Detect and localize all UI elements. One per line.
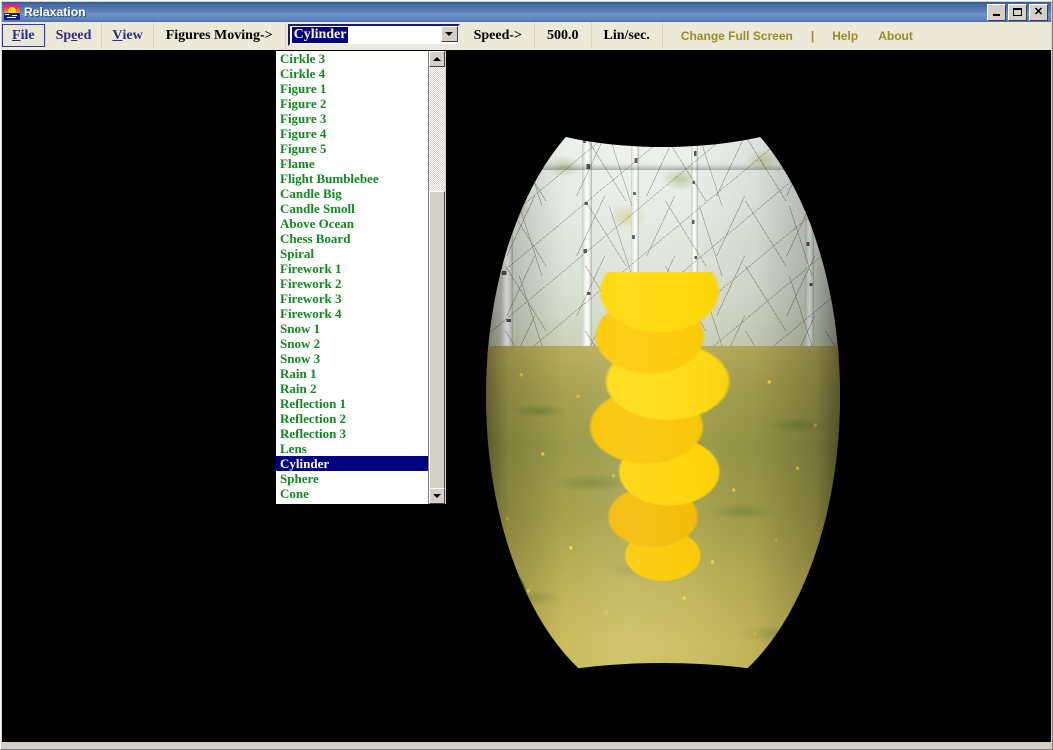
window-title: Relaxation bbox=[24, 5, 86, 19]
speed-unit-cell: Lin/sec. bbox=[592, 22, 663, 49]
dropdown-item[interactable]: Cone bbox=[276, 486, 428, 501]
dropdown-item[interactable]: Figure 2 bbox=[276, 96, 428, 111]
dropdown-item[interactable]: Figure 4 bbox=[276, 126, 428, 141]
dropdown-item[interactable]: Flame bbox=[276, 156, 428, 171]
dropdown-item[interactable]: Cylinder bbox=[276, 456, 428, 471]
dropdown-item[interactable]: Figure 3 bbox=[276, 111, 428, 126]
about-cell[interactable]: About bbox=[868, 22, 923, 49]
speed-label: Speed-> bbox=[473, 27, 523, 43]
dropdown-item[interactable]: Snow 1 bbox=[276, 321, 428, 336]
dropdown-item[interactable]: Reflection 2 bbox=[276, 411, 428, 426]
dropdown-item[interactable]: Figure 1 bbox=[276, 81, 428, 96]
cylinder-figure bbox=[484, 85, 842, 707]
change-full-screen-link[interactable]: Change Full Screen bbox=[671, 29, 803, 43]
dropdown-item[interactable]: Snow 2 bbox=[276, 336, 428, 351]
dropdown-item[interactable]: Rain 2 bbox=[276, 381, 428, 396]
dropdown-item[interactable]: Cirkle 3 bbox=[276, 51, 428, 66]
scrollbar-track[interactable] bbox=[429, 67, 445, 504]
toolbar-separator: | bbox=[810, 28, 815, 43]
toolbar-filler bbox=[922, 22, 1051, 50]
help-cell[interactable]: Help bbox=[822, 22, 868, 49]
full-screen-cell[interactable]: Change Full Screen bbox=[663, 22, 803, 49]
dropdown-item[interactable]: Candle Smoll bbox=[276, 201, 428, 216]
dropdown-item[interactable]: Firework 2 bbox=[276, 276, 428, 291]
dropdown-item[interactable]: Reflection 1 bbox=[276, 396, 428, 411]
dropdown-item[interactable]: Figure 5 bbox=[276, 141, 428, 156]
chevron-down-icon[interactable] bbox=[440, 26, 458, 42]
dropdown-item[interactable]: Flight Bumblebee bbox=[276, 171, 428, 186]
figure-combobox[interactable]: Cylinder bbox=[287, 24, 460, 46]
about-link[interactable]: About bbox=[868, 29, 923, 43]
speed-unit: Lin/sec. bbox=[603, 27, 650, 43]
scroll-up-arrow-icon[interactable] bbox=[429, 51, 445, 67]
menu-file-cell: File bbox=[2, 22, 46, 49]
render-canvas[interactable] bbox=[2, 50, 1051, 742]
window-controls: ✕ bbox=[987, 3, 1048, 21]
figures-moving-label: Figures Moving-> bbox=[165, 27, 273, 43]
cylinder-surface bbox=[486, 86, 840, 706]
dropdown-item[interactable]: Firework 1 bbox=[276, 261, 428, 276]
scroll-down-arrow-icon[interactable] bbox=[429, 488, 445, 504]
menu-speed-cell: Sp e ed bbox=[46, 22, 103, 49]
menu-speed[interactable]: Sp e ed bbox=[46, 25, 102, 46]
dropdown-scrollbar[interactable] bbox=[428, 51, 446, 504]
dropdown-item[interactable]: Above Ocean bbox=[276, 216, 428, 231]
dropdown-item[interactable]: Reflection 3 bbox=[276, 426, 428, 441]
dropdown-item[interactable]: Spiral bbox=[276, 246, 428, 261]
figure-dropdown-list[interactable]: Cirkle 3 Cirkle 4 Figure 1 Figure 2 Figure 3… bbox=[275, 50, 447, 505]
figure-combobox-field[interactable]: Cylinder bbox=[287, 24, 460, 46]
dropdown-item[interactable]: Chess Board bbox=[276, 231, 428, 246]
speed-value: 500.0 bbox=[547, 27, 579, 43]
maximize-button[interactable] bbox=[1008, 3, 1027, 21]
scrollbar-thumb[interactable] bbox=[429, 191, 445, 504]
dropdown-item[interactable]: Lens bbox=[276, 441, 428, 456]
title-bar: Relaxation ✕ bbox=[2, 2, 1051, 22]
dropdown-item[interactable]: Firework 4 bbox=[276, 306, 428, 321]
speed-label-cell: Speed-> bbox=[462, 22, 536, 49]
close-button[interactable]: ✕ bbox=[1029, 3, 1048, 21]
dropdown-item[interactable]: Cirkle 4 bbox=[276, 66, 428, 81]
figures-moving-cell: Figures Moving-> bbox=[154, 22, 286, 49]
speed-value-cell[interactable]: 500.0 bbox=[535, 22, 592, 49]
sunset-icon bbox=[4, 4, 20, 20]
figure-dropdown-items[interactable]: Cirkle 3 Cirkle 4 Figure 1 Figure 2 Figure 3… bbox=[276, 51, 428, 504]
application-window: Relaxation ✕ File Sp e ed View Figures Mov… bbox=[0, 0, 1053, 750]
dropdown-item[interactable]: Sphere bbox=[276, 471, 428, 486]
menu-file[interactable]: File bbox=[2, 24, 45, 47]
dropdown-item[interactable]: Snow 3 bbox=[276, 351, 428, 366]
menu-file-label-rest: ile bbox=[20, 27, 35, 43]
dropdown-item[interactable]: Firework 3 bbox=[276, 291, 428, 306]
help-link[interactable]: Help bbox=[822, 29, 868, 43]
figure-combobox-value: Cylinder bbox=[291, 27, 349, 43]
dropdown-item[interactable]: Rain 1 bbox=[276, 366, 428, 381]
forest-texture bbox=[486, 86, 840, 706]
toolbar-separator-cell: | bbox=[803, 22, 822, 49]
menu-view[interactable]: View bbox=[102, 25, 152, 46]
menu-view-cell: View bbox=[102, 22, 154, 49]
dropdown-item[interactable]: Candle Big bbox=[276, 186, 428, 201]
minimize-button[interactable] bbox=[987, 3, 1006, 21]
toolbar: File Sp e ed View Figures Moving-> Cylinde… bbox=[2, 22, 1051, 51]
